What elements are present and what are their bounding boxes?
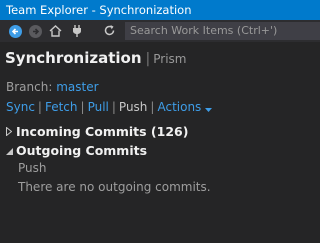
expand-triangle-icon: [6, 126, 16, 139]
refresh-icon: [103, 22, 116, 41]
chevron-down-icon: [205, 101, 213, 115]
page-header: Synchronization | Prism: [5, 48, 186, 70]
outgoing-push-label: Push: [18, 161, 47, 175]
project-name: Prism: [153, 52, 187, 66]
sync-link[interactable]: Sync: [6, 100, 35, 114]
window-title: Team Explorer - Synchronization: [6, 3, 192, 17]
plug-icon: [71, 22, 83, 41]
page-title: Synchronization: [5, 49, 142, 67]
empty-outgoing-message: There are no outgoing commits.: [18, 180, 211, 194]
link-separator: |: [80, 100, 85, 114]
incoming-commits-label: Incoming Commits (126): [16, 124, 189, 139]
forward-button[interactable]: [28, 24, 42, 38]
home-button[interactable]: [48, 24, 62, 38]
search-input[interactable]: Search Work Items (Ctrl+'): [125, 22, 320, 40]
branch-label: Branch:: [6, 80, 53, 94]
link-separator: |: [37, 100, 42, 114]
back-button[interactable]: [8, 24, 22, 38]
link-separator: |: [111, 100, 116, 114]
collapse-triangle-icon: [6, 148, 16, 158]
link-separator: |: [150, 100, 155, 114]
actions-label: Actions: [157, 100, 202, 114]
title-separator: |: [145, 51, 151, 67]
window-title-bar: Team Explorer - Synchronization: [0, 0, 320, 20]
connect-button[interactable]: [70, 24, 84, 38]
branch-row: Branch: master: [6, 80, 99, 94]
incoming-commits-section[interactable]: Incoming Commits (126): [6, 124, 188, 139]
refresh-button[interactable]: [102, 24, 116, 38]
fetch-link[interactable]: Fetch: [45, 100, 78, 114]
pull-link[interactable]: Pull: [88, 100, 109, 114]
actions-menu[interactable]: Actions: [157, 100, 213, 115]
outgoing-commits-section[interactable]: Outgoing Commits: [6, 143, 147, 158]
forward-arrow-icon: [28, 24, 42, 38]
outgoing-commits-label: Outgoing Commits: [16, 143, 148, 158]
branch-link[interactable]: master: [56, 80, 98, 94]
toolbar: Search Work Items (Ctrl+'): [0, 20, 320, 42]
back-arrow-icon: [8, 24, 22, 38]
push-label: Push: [118, 100, 148, 114]
action-links: Sync | Fetch | Pull | Push | Actions: [6, 100, 213, 115]
home-icon: [49, 22, 62, 41]
